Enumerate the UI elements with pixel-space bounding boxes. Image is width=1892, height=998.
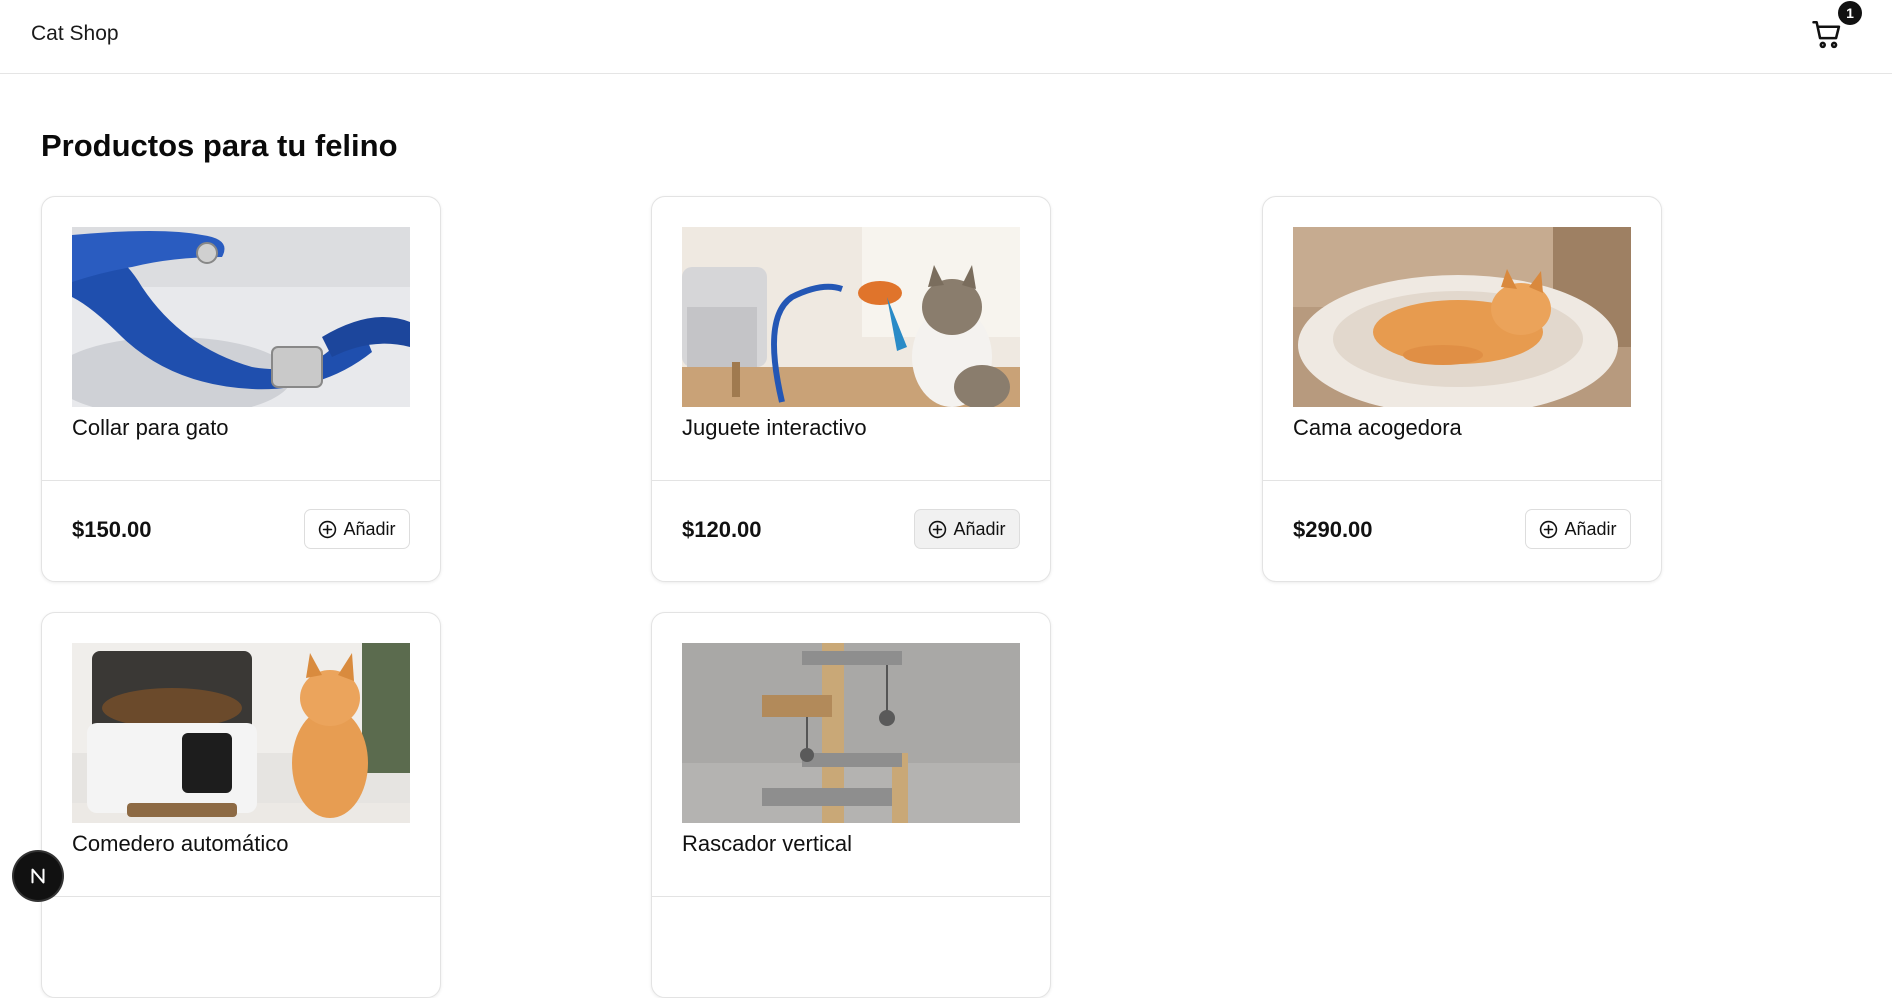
page-title: Productos para tu felino (41, 128, 398, 163)
plus-circle-icon (319, 520, 337, 538)
cart-count-badge: 1 (1838, 1, 1862, 25)
add-to-cart-button[interactable]: Añadir (914, 509, 1020, 549)
product-price: $120.00 (682, 517, 762, 542)
card-divider (1263, 480, 1661, 481)
product-image (682, 227, 1020, 407)
product-name: Cama acogedora (1293, 415, 1462, 440)
product-image (682, 643, 1020, 823)
add-to-cart-button[interactable]: Añadir (304, 509, 410, 549)
product-name: Juguete interactivo (682, 415, 867, 440)
product-card: Rascador vertical (651, 612, 1051, 998)
add-to-cart-button[interactable]: Añadir (1525, 509, 1631, 549)
plus-circle-icon (929, 520, 947, 538)
product-name: Comedero automático (72, 831, 289, 856)
product-card: Comedero automático (41, 612, 441, 998)
product-card: Collar para gato $150.00 Añadir (41, 196, 441, 582)
card-divider (42, 896, 440, 897)
card-divider (42, 480, 440, 481)
product-price: $290.00 (1293, 517, 1373, 542)
card-divider (652, 480, 1050, 481)
add-button-label: Añadir (953, 518, 1006, 539)
top-navbar: Cat Shop 1 (0, 0, 1892, 74)
plus-circle-icon (1540, 520, 1558, 538)
product-name: Collar para gato (72, 415, 229, 440)
product-card: Cama acogedora $290.00 Añadir (1262, 196, 1662, 582)
product-image (1293, 227, 1631, 407)
product-image (72, 643, 410, 823)
next-logo-icon[interactable] (14, 852, 62, 900)
product-price: $150.00 (72, 517, 152, 542)
brand-name[interactable]: Cat Shop (31, 22, 119, 46)
product-image (72, 227, 410, 407)
product-card: Juguete interactivo $120.00 Añadir (651, 196, 1051, 582)
add-button-label: Añadir (343, 518, 396, 539)
add-button-label: Añadir (1564, 518, 1617, 539)
product-name: Rascador vertical (682, 831, 852, 856)
shopping-cart-icon[interactable] (1810, 18, 1844, 52)
card-divider (652, 896, 1050, 897)
